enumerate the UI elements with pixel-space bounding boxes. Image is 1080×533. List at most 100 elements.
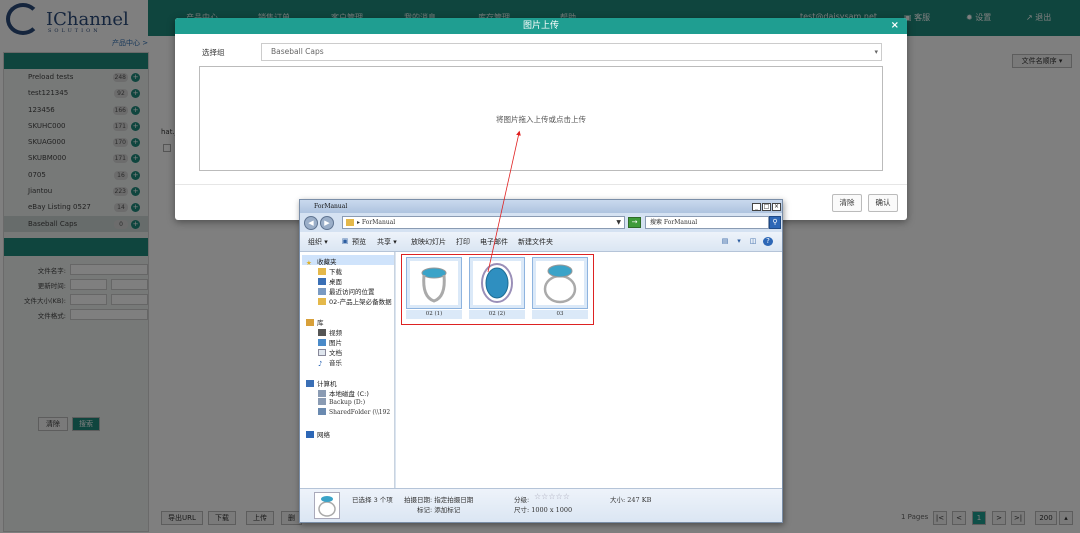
ring-image-3 (543, 264, 577, 304)
nav-desktop-label: 桌面 (329, 278, 342, 286)
close-icon[interactable]: × (891, 18, 899, 34)
search-icon[interactable]: ⚲ (769, 216, 781, 229)
group-select-value: Baseball Caps (271, 47, 324, 56)
network-icon (306, 431, 314, 438)
explorer-address-bar: ◀ ▶ ▸ ForManual ▼ → 搜索 ForManual ⚲ (300, 213, 782, 232)
preview-icon: ▣ (341, 237, 349, 245)
dropzone-hint: 将图片拖入上传或点击上传 (496, 115, 586, 124)
nav-drive-c[interactable]: 本地磁盘 (C:) (318, 388, 369, 398)
back-icon[interactable]: ◀ (304, 216, 318, 230)
explorer-titlebar[interactable]: ForManual _ □ × (300, 200, 782, 213)
nav-downloads-label: 下载 (329, 268, 342, 276)
nav-drive-d[interactable]: Backup (D:) (318, 398, 365, 406)
network-drive-icon (318, 408, 326, 415)
address-input[interactable]: ▸ ForManual ▼ (342, 216, 625, 229)
file-name: 02 (1) (406, 310, 462, 319)
maximize-icon[interactable]: □ (762, 203, 771, 211)
nav-downloads[interactable]: 下载 (318, 266, 342, 276)
dimensions: 尺寸: 1000 x 1000 (514, 506, 573, 514)
nav-documents[interactable]: 文档 (318, 347, 342, 357)
group-select[interactable]: Baseball Caps ▾ (261, 43, 882, 61)
music-icon: ♪ (318, 360, 323, 368)
explorer-toolbar: 组织 ▾ ▣ 预览 共享 ▾ 放映幻灯片 打印 电子邮件 新建文件夹 ▤ ▾ ◫… (300, 232, 782, 252)
upload-modal: 图片上传 × 选择组 Baseball Caps ▾ 将图片拖入上传或点击上传 … (175, 18, 907, 220)
video-icon (318, 329, 326, 336)
file-item[interactable]: 02 (2) (469, 257, 525, 319)
modal-clear-button[interactable]: 清除 (832, 194, 862, 212)
recent-icon (318, 288, 326, 295)
date-taken[interactable]: 拍摄日期: 指定拍摄日期 (404, 494, 473, 504)
view-icon[interactable]: ▤ (720, 237, 730, 246)
nav-data-folder[interactable]: 02-产品上架必备数据 (318, 296, 392, 306)
window-close-icon[interactable]: × (772, 203, 781, 211)
desktop-icon (318, 278, 326, 285)
computer-icon (306, 380, 314, 387)
explorer-search-placeholder: 搜索 ForManual (650, 219, 698, 226)
nav-favorites-label: 收藏夹 (317, 258, 337, 266)
toolbar-preview[interactable]: 预览 (352, 237, 366, 247)
nav-desktop[interactable]: 桌面 (318, 276, 342, 286)
minimize-icon[interactable]: _ (752, 203, 761, 211)
explorer-file-area: 02 (1) 02 (2) 03 (396, 252, 782, 488)
ring-image-2 (481, 263, 513, 303)
picture-icon (318, 339, 326, 346)
nav-network[interactable]: 网络 (306, 429, 330, 439)
folder-icon (318, 298, 326, 305)
nav-music-label: 音乐 (329, 359, 342, 367)
chevron-down-icon[interactable]: ▾ (734, 237, 744, 246)
toolbar-email[interactable]: 电子邮件 (480, 237, 508, 247)
refresh-icon[interactable]: → (628, 217, 641, 228)
library-icon (306, 319, 314, 326)
rating-stars[interactable]: ☆☆☆☆☆ (534, 492, 570, 501)
file-size: 大小: 247 KB (610, 496, 652, 504)
toolbar-share[interactable]: 共享 ▾ (377, 237, 397, 247)
ring-image-1 (421, 267, 447, 303)
image-thumbnail (406, 257, 462, 309)
nav-pictures[interactable]: 图片 (318, 337, 342, 347)
download-folder-icon (318, 268, 326, 275)
nav-shared-folder-label: SharedFolder (\\192 (329, 409, 391, 416)
nav-videos[interactable]: 视频 (318, 327, 342, 337)
image-thumbnail (532, 257, 588, 309)
nav-network-label: 网络 (317, 431, 330, 439)
nav-recent[interactable]: 最近访问的位置 (318, 286, 375, 296)
help-icon[interactable]: ? (763, 237, 773, 246)
modal-confirm-button[interactable]: 确认 (868, 194, 898, 212)
explorer-nav-pane: ★ 收藏夹 下载 桌面 最近访问的位置 02-产品上架必备数据 库 视频 图片 文… (300, 252, 395, 488)
nav-favorites[interactable]: ★ 收藏夹 (306, 256, 337, 267)
explorer-details-pane: 已选择 3 个项 拍摄日期: 指定拍摄日期 标记: 添加标记 分级: ☆☆☆☆☆… (300, 488, 782, 522)
modal-header: 图片上传 × (175, 18, 907, 34)
nav-pictures-label: 图片 (329, 339, 342, 347)
nav-videos-label: 视频 (329, 329, 342, 337)
rating-label: 分级: (514, 496, 530, 504)
file-item[interactable]: 02 (1) (406, 257, 462, 319)
nav-recent-label: 最近访问的位置 (329, 288, 375, 296)
forward-icon[interactable]: ▶ (320, 216, 334, 230)
image-thumbnail (469, 257, 525, 309)
nav-computer-label: 计算机 (317, 380, 337, 388)
nav-data-folder-label: 02-产品上架必备数据 (329, 298, 392, 306)
toolbar-slideshow[interactable]: 放映幻灯片 (411, 237, 446, 247)
chevron-down-icon[interactable]: ▼ (616, 217, 621, 228)
selected-thumbnail (314, 492, 340, 519)
nav-library[interactable]: 库 (306, 317, 324, 327)
drive-icon (318, 398, 326, 405)
group-select-label: 选择组 (202, 48, 225, 57)
toolbar-new-folder[interactable]: 新建文件夹 (518, 237, 553, 247)
file-item[interactable]: 03 (532, 257, 588, 319)
nav-library-label: 库 (317, 319, 324, 327)
upload-dropzone[interactable]: 将图片拖入上传或点击上传 (199, 66, 883, 171)
explorer-search-input[interactable]: 搜索 ForManual (645, 216, 769, 229)
file-name: 02 (2) (469, 310, 525, 319)
chevron-down-icon: ▾ (874, 48, 878, 56)
nav-music[interactable]: ♪ 音乐 (318, 357, 342, 368)
explorer-title: ForManual (314, 203, 348, 210)
toolbar-print[interactable]: 打印 (456, 237, 470, 247)
tags[interactable]: 标记: 添加标记 (417, 504, 460, 514)
nav-computer[interactable]: 计算机 (306, 378, 337, 388)
pane-icon[interactable]: ◫ (748, 237, 758, 246)
toolbar-organize[interactable]: 组织 ▾ (308, 237, 328, 247)
star-icon: ★ (306, 259, 312, 267)
address-path: ▸ ForManual (357, 219, 396, 226)
nav-shared-folder[interactable]: SharedFolder (\\192 (318, 408, 390, 416)
